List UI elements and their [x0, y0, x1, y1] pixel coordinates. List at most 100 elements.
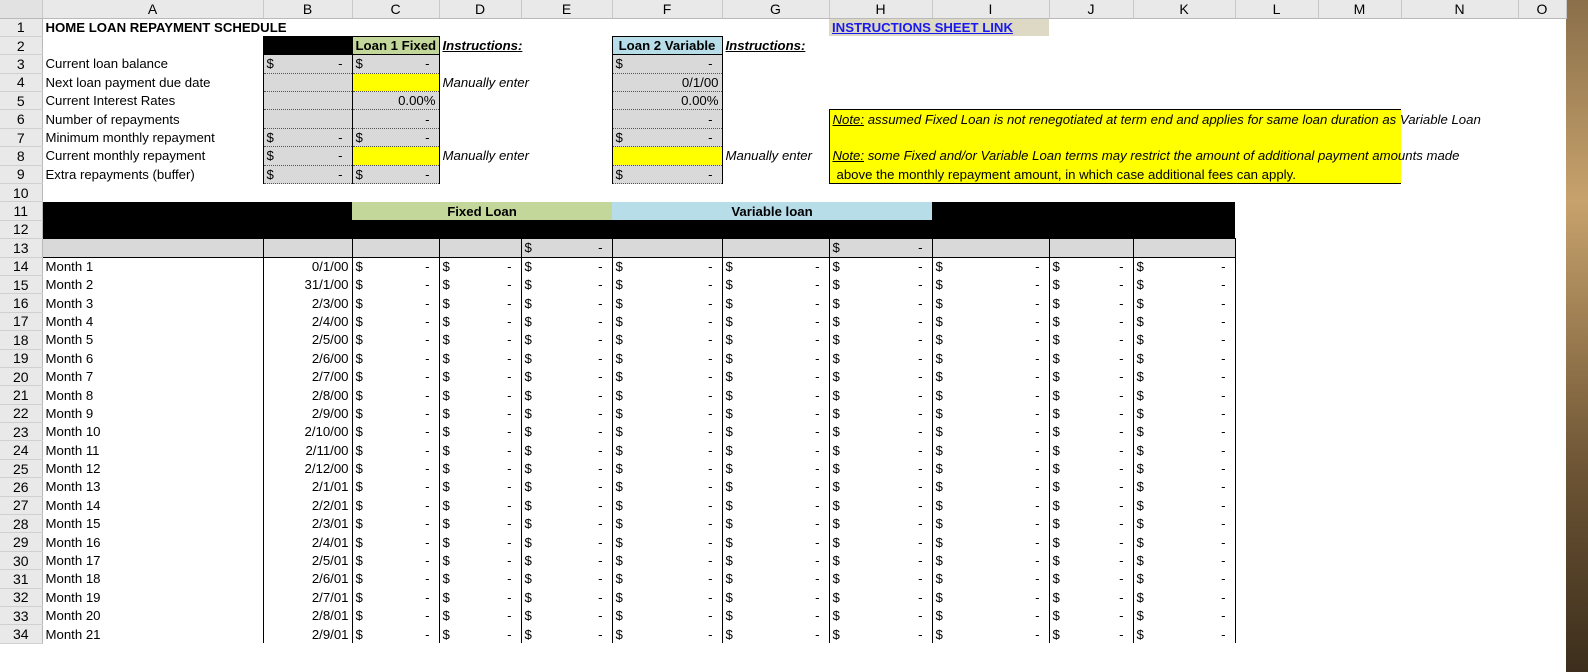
- column-header-m[interactable]: M: [1318, 0, 1402, 19]
- schedule-header[interactable]: Interest: [439, 220, 521, 239]
- month-label[interactable]: Month 4: [42, 312, 264, 331]
- cell[interactable]: [1518, 423, 1566, 441]
- month-label[interactable]: Month 12: [42, 459, 264, 478]
- cell[interactable]: [1318, 478, 1401, 496]
- cell[interactable]: [1401, 533, 1518, 551]
- cell[interactable]: [1235, 312, 1318, 330]
- schedule-amount[interactable]: $ -: [1133, 477, 1236, 497]
- cell[interactable]: [1049, 73, 1133, 91]
- cell[interactable]: [1318, 294, 1401, 312]
- cell[interactable]: [1235, 349, 1318, 367]
- row-header[interactable]: 20: [0, 367, 43, 387]
- schedule-amount[interactable]: $ -: [1133, 588, 1236, 607]
- cell[interactable]: [351, 238, 440, 258]
- total-value[interactable]: $ -: [262, 54, 353, 74]
- cell[interactable]: [1518, 312, 1566, 330]
- row-header[interactable]: 18: [0, 330, 43, 350]
- cell[interactable]: [1401, 165, 1518, 183]
- schedule-amount[interactable]: $ -: [932, 532, 1050, 552]
- cell[interactable]: [1235, 73, 1318, 91]
- loan1-value[interactable]: $ -: [351, 128, 440, 148]
- cell[interactable]: [1048, 238, 1134, 258]
- schedule-amount[interactable]: $ -: [932, 569, 1050, 589]
- schedule-amount[interactable]: $ -: [521, 459, 613, 478]
- cell[interactable]: [1518, 496, 1566, 514]
- cell[interactable]: [1401, 257, 1518, 275]
- cell[interactable]: [1318, 184, 1401, 202]
- cell[interactable]: [1518, 588, 1566, 606]
- cell[interactable]: [1401, 36, 1518, 54]
- schedule-header[interactable]: Total Repayment: [932, 220, 1049, 239]
- schedule-amount[interactable]: $ -: [722, 514, 830, 533]
- cell[interactable]: [1518, 239, 1566, 257]
- schedule-amount[interactable]: $ -: [439, 330, 522, 350]
- cell[interactable]: [829, 184, 932, 202]
- schedule-amount[interactable]: $ -: [829, 422, 933, 441]
- cell[interactable]: [1235, 588, 1318, 606]
- schedule-amount[interactable]: $ -: [1049, 275, 1134, 294]
- cell[interactable]: [1518, 128, 1566, 146]
- schedule-amount[interactable]: $ -: [932, 275, 1050, 294]
- payment-date[interactable]: 2/5/00: [263, 330, 353, 350]
- cell[interactable]: [439, 18, 521, 36]
- schedule-amount[interactable]: $ -: [722, 404, 830, 423]
- month-label[interactable]: Month 5: [42, 330, 264, 350]
- schedule-amount[interactable]: $ -: [932, 588, 1050, 607]
- schedule-amount[interactable]: $ -: [722, 312, 830, 331]
- cell[interactable]: [1318, 275, 1401, 293]
- schedule-amount[interactable]: $ -: [829, 459, 933, 478]
- cell[interactable]: [932, 55, 1049, 73]
- schedule-amount[interactable]: $ -: [722, 422, 830, 441]
- row-header[interactable]: 12: [0, 220, 43, 240]
- schedule-amount[interactable]: $ -: [1049, 477, 1134, 497]
- schedule-amount[interactable]: $ -: [521, 440, 613, 460]
- payment-date[interactable]: 31/1/00: [263, 275, 353, 294]
- cell[interactable]: [1518, 294, 1566, 312]
- schedule-amount[interactable]: $ -: [439, 312, 522, 331]
- schedule-amount[interactable]: $ -: [722, 496, 830, 515]
- column-header-e[interactable]: E: [521, 0, 613, 19]
- cell[interactable]: [1518, 73, 1566, 91]
- schedule-amount[interactable]: $ -: [1133, 312, 1236, 331]
- cell[interactable]: [1235, 294, 1318, 312]
- cell[interactable]: [439, 55, 521, 73]
- schedule-amount[interactable]: $ -: [521, 293, 613, 313]
- schedule-amount[interactable]: $ -: [1049, 514, 1134, 533]
- row-header[interactable]: 11: [0, 201, 43, 221]
- schedule-amount[interactable]: $ -: [1049, 385, 1134, 405]
- row-header[interactable]: 2: [0, 36, 43, 56]
- schedule-amount[interactable]: $ -: [439, 551, 522, 570]
- cell[interactable]: [439, 184, 521, 202]
- row-header[interactable]: 28: [0, 514, 43, 534]
- cell[interactable]: [439, 92, 521, 110]
- cell[interactable]: [521, 184, 612, 202]
- opening-balance[interactable]: $ -: [828, 238, 933, 258]
- schedule-header[interactable]: Date: [263, 220, 352, 239]
- cell[interactable]: [1518, 625, 1566, 643]
- schedule-amount[interactable]: $ -: [352, 349, 440, 368]
- month-label[interactable]: Month 18: [42, 569, 264, 589]
- schedule-amount[interactable]: $ -: [932, 624, 1050, 644]
- schedule-amount[interactable]: $ -: [439, 514, 522, 533]
- cell[interactable]: [1235, 202, 1318, 220]
- manual-entry-note[interactable]: Manually enter: [439, 147, 530, 165]
- schedule-amount[interactable]: $ -: [521, 312, 613, 331]
- payment-date[interactable]: 2/2/01: [263, 496, 353, 515]
- cell[interactable]: [439, 165, 521, 183]
- schedule-amount[interactable]: $ -: [1049, 588, 1134, 607]
- total-header[interactable]: Total: [262, 35, 353, 56]
- schedule-amount[interactable]: $ -: [1049, 459, 1134, 478]
- instructions-sheet-link[interactable]: INSTRUCTIONS SHEET LINK: [829, 18, 1049, 37]
- cell[interactable]: [1235, 515, 1318, 533]
- cell[interactable]: [1401, 551, 1518, 569]
- cell[interactable]: [1049, 55, 1133, 73]
- cell[interactable]: [1401, 404, 1518, 422]
- cell[interactable]: [1401, 55, 1518, 73]
- schedule-amount[interactable]: $ -: [439, 532, 522, 552]
- cell[interactable]: [1401, 220, 1518, 238]
- schedule-amount[interactable]: $ -: [439, 293, 522, 313]
- schedule-amount[interactable]: $ -: [352, 293, 440, 313]
- schedule-amount[interactable]: $ -: [722, 257, 830, 276]
- schedule-amount[interactable]: $ -: [722, 624, 830, 644]
- column-header-k[interactable]: K: [1133, 0, 1236, 19]
